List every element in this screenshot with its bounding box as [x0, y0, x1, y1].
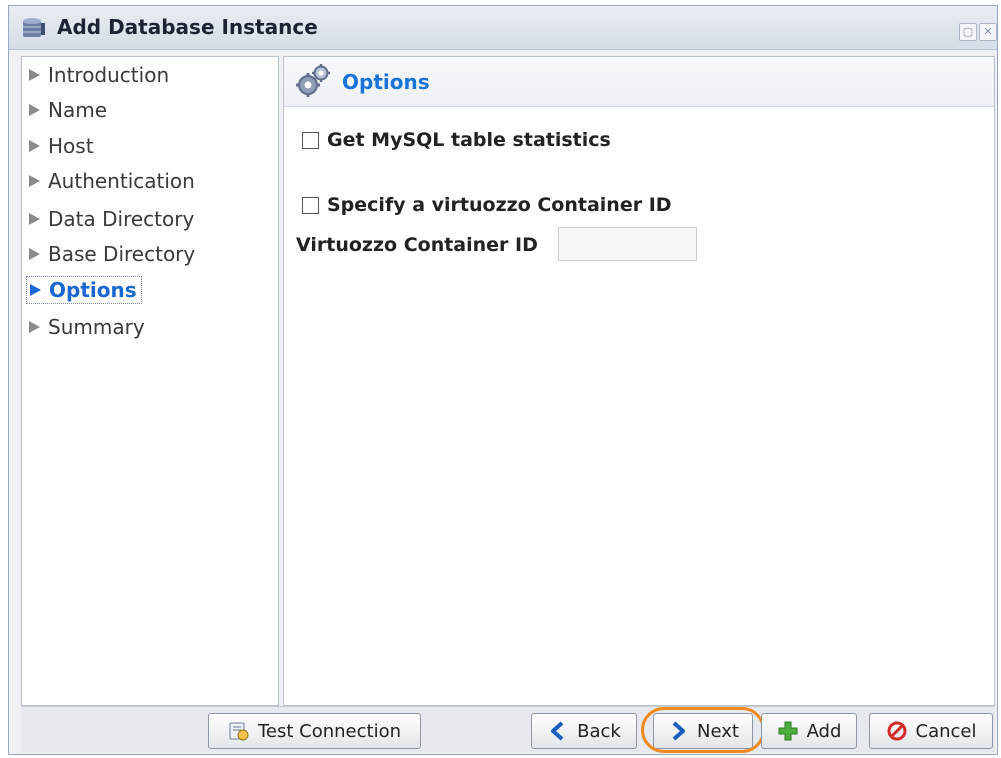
add-label: Add: [806, 720, 842, 742]
mysql-stats-label: Get MySQL table statistics: [327, 129, 611, 151]
panel-title: Options: [342, 70, 430, 94]
sidebar-item-summary[interactable]: Summary: [26, 313, 145, 341]
sidebar-item-label: Data Directory: [48, 207, 195, 231]
chevron-right-icon: [672, 721, 686, 741]
back-label: Back: [577, 720, 621, 742]
next-label: Next: [697, 720, 739, 742]
database-icon: [23, 18, 45, 37]
triangle-right-icon: [29, 175, 40, 187]
triangle-right-icon: [29, 248, 40, 260]
sidebar-item-label: Host: [48, 134, 94, 158]
chevron-left-icon: [551, 721, 564, 741]
sidebar-item-label: Introduction: [48, 63, 170, 87]
virtuozzo-checkbox-row[interactable]: Specify a virtuozzo Container ID: [302, 194, 672, 216]
test-connection-icon: [229, 722, 249, 741]
options-panel: Options Get MySQL table statistics Speci…: [283, 56, 995, 706]
triangle-right-icon: [29, 140, 40, 152]
minimize-button[interactable]: ▢: [959, 23, 977, 41]
plus-icon: [778, 721, 798, 741]
test-connection-button[interactable]: Test Connection: [208, 713, 421, 749]
triangle-right-icon: [29, 321, 40, 333]
container-id-label: Virtuozzo Container ID: [296, 234, 538, 256]
sidebar-item-options[interactable]: Options: [26, 276, 142, 304]
add-database-instance-dialog: Add Database Instance ▢ ✕ Introduction Na…: [8, 5, 998, 755]
wizard-steps-sidebar: Introduction Name Host Authentication Da…: [21, 56, 279, 706]
sidebar-item-name[interactable]: Name: [26, 96, 107, 124]
wizard-footer: Test Connection Back Next Add Cancel: [21, 706, 995, 753]
sidebar-item-label: Options: [49, 278, 137, 302]
title-bar: Add Database Instance ▢ ✕: [9, 6, 997, 50]
dialog-title: Add Database Instance: [57, 15, 318, 39]
add-button[interactable]: Add: [761, 713, 857, 749]
triangle-right-icon: [29, 213, 40, 225]
back-button[interactable]: Back: [531, 713, 637, 749]
mysql-stats-checkbox-row[interactable]: Get MySQL table statistics: [302, 129, 611, 151]
sidebar-item-label: Summary: [48, 315, 145, 339]
triangle-right-icon: [30, 284, 41, 296]
sidebar-item-host[interactable]: Host: [26, 132, 94, 160]
virtuozzo-label: Specify a virtuozzo Container ID: [327, 194, 672, 216]
sidebar-item-label: Authentication: [48, 169, 195, 193]
cancel-label: Cancel: [915, 720, 977, 742]
close-button[interactable]: ✕: [979, 23, 997, 41]
mysql-stats-checkbox[interactable]: [302, 131, 319, 149]
window-controls: ▢ ✕: [957, 18, 997, 41]
cancel-icon: [887, 721, 906, 741]
virtuozzo-checkbox[interactable]: [302, 196, 319, 214]
triangle-right-icon: [29, 69, 40, 81]
cancel-button[interactable]: Cancel: [869, 713, 993, 749]
next-button[interactable]: Next: [653, 713, 753, 749]
container-id-input[interactable]: [558, 227, 697, 261]
sidebar-item-data-directory[interactable]: Data Directory: [26, 205, 194, 233]
triangle-right-icon: [29, 104, 40, 116]
gears-icon: [296, 64, 330, 97]
panel-header: Options: [284, 57, 994, 107]
sidebar-item-label: Base Directory: [48, 242, 196, 266]
sidebar-item-base-directory[interactable]: Base Directory: [26, 240, 195, 268]
sidebar-item-introduction[interactable]: Introduction: [26, 61, 169, 89]
test-connection-label: Test Connection: [257, 720, 401, 742]
sidebar-item-label: Name: [48, 98, 108, 122]
sidebar-item-authentication[interactable]: Authentication: [26, 167, 195, 195]
